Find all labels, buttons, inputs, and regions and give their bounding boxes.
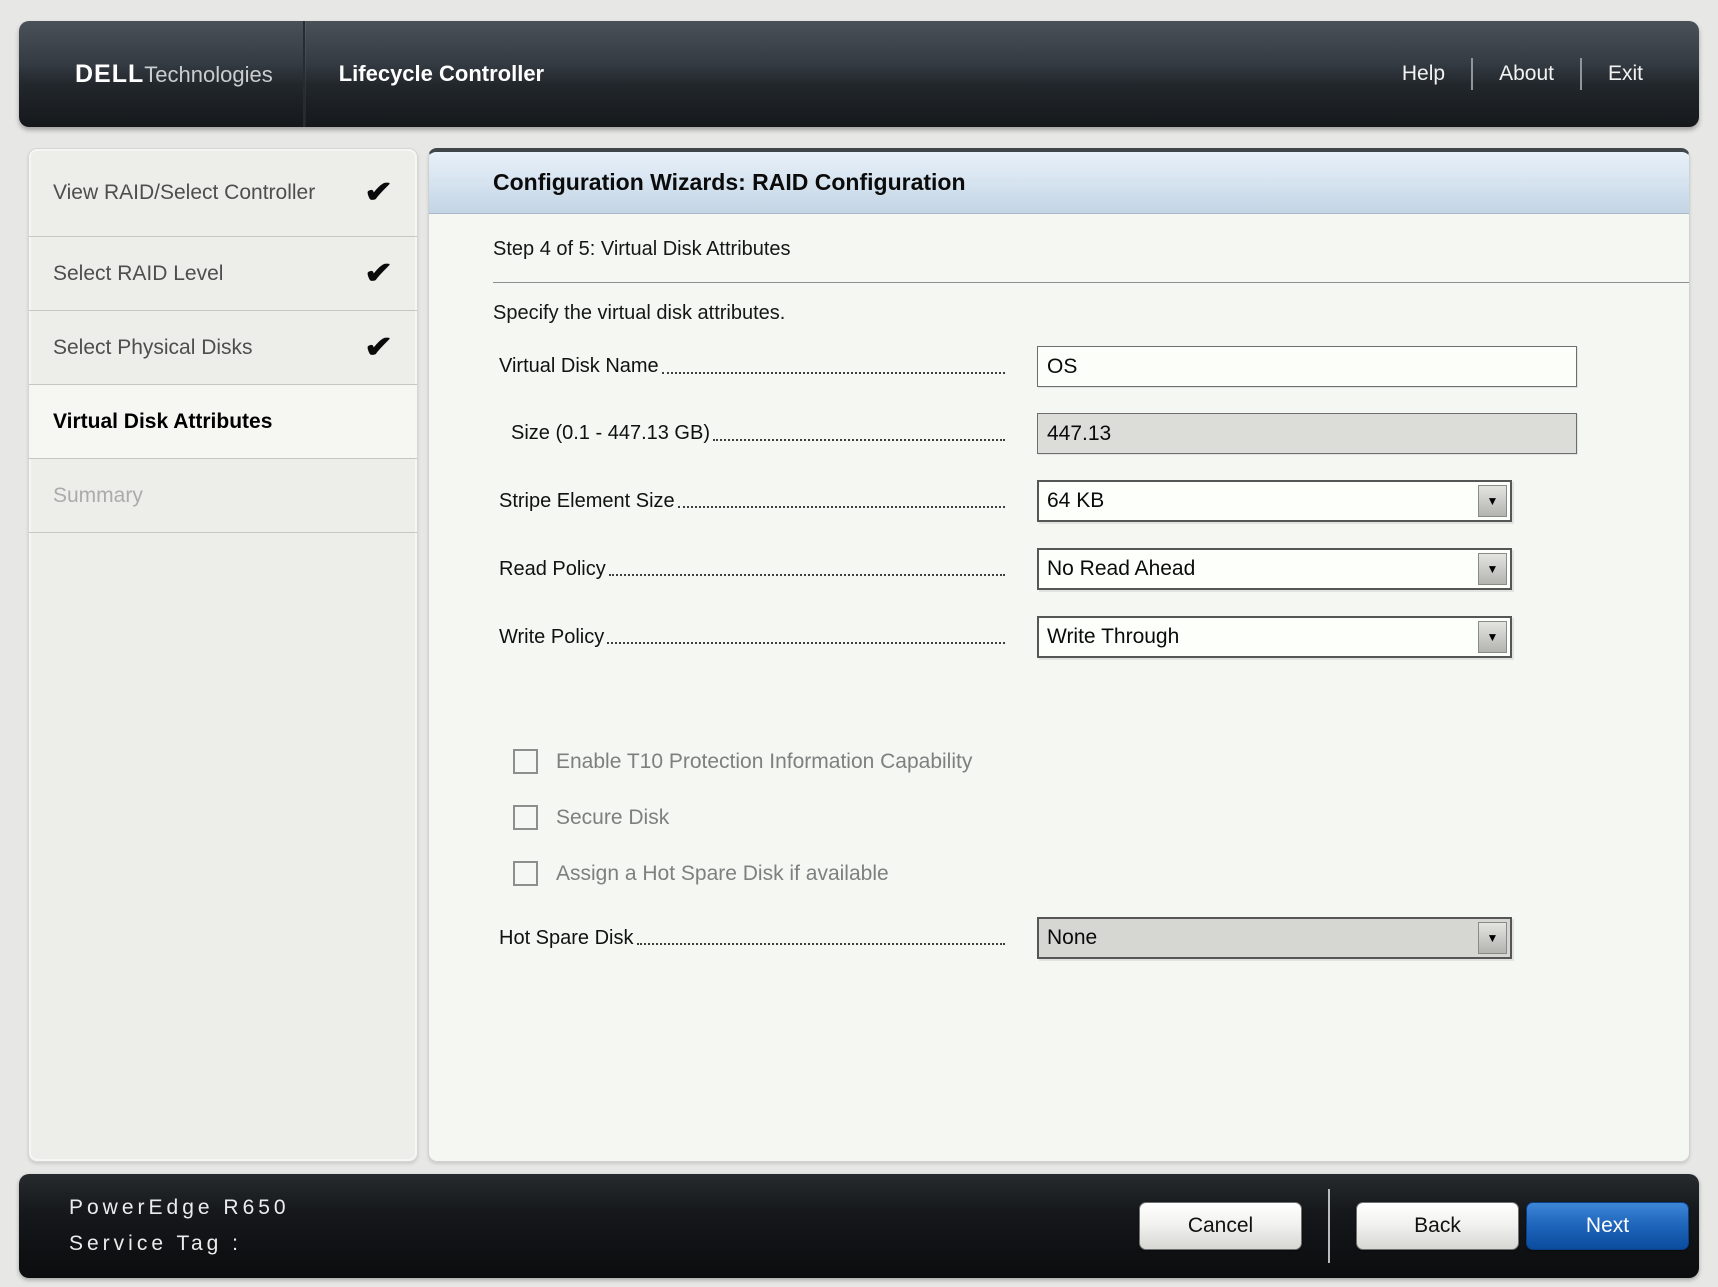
secure-disk-row: Secure Disk xyxy=(513,805,1689,830)
dotted-leader xyxy=(637,931,1006,945)
next-button[interactable]: Next xyxy=(1526,1202,1689,1250)
enable-t10-row: Enable T10 Protection Information Capabi… xyxy=(513,749,1689,774)
write-policy-row: Write Policy Write Through ▼ xyxy=(499,616,1689,658)
enable-t10-label: Enable T10 Protection Information Capabi… xyxy=(556,750,972,774)
sidebar-item-virtual-disk-attributes[interactable]: Virtual Disk Attributes xyxy=(29,385,417,459)
topbar-links: Help About Exit xyxy=(1376,58,1669,90)
read-policy-select[interactable]: No Read Ahead ▼ xyxy=(1037,548,1512,590)
topbar-divider xyxy=(303,21,305,127)
back-button[interactable]: Back xyxy=(1356,1202,1519,1250)
virtual-disk-name-row: Virtual Disk Name xyxy=(499,346,1689,387)
secure-disk-label: Secure Disk xyxy=(556,806,669,830)
hot-spare-disk-select: None ▼ xyxy=(1037,917,1512,959)
hot-spare-disk-label: Hot Spare Disk xyxy=(499,927,634,950)
dotted-leader xyxy=(662,360,1005,374)
dropdown-button: ▼ xyxy=(1478,922,1507,954)
dropdown-button[interactable]: ▼ xyxy=(1478,553,1507,585)
instruction-text: Specify the virtual disk attributes. xyxy=(493,302,1689,325)
size-label: Size (0.1 - 447.13 GB) xyxy=(499,422,710,445)
page-title: Configuration Wizards: RAID Configuratio… xyxy=(429,152,1689,214)
top-bar: DELLTechnologies Lifecycle Controller He… xyxy=(19,21,1699,127)
stripe-element-size-select[interactable]: 64 KB ▼ xyxy=(1037,480,1512,522)
checkbox-group: Enable T10 Protection Information Capabi… xyxy=(499,749,1689,886)
dropdown-button[interactable]: ▼ xyxy=(1478,485,1507,517)
read-policy-label: Read Policy xyxy=(499,558,606,581)
size-input xyxy=(1037,413,1577,454)
chevron-down-icon: ▼ xyxy=(1487,932,1499,944)
dotted-leader xyxy=(607,630,1005,644)
dotted-leader xyxy=(678,494,1005,508)
system-model: PowerEdge R650 xyxy=(69,1196,290,1220)
chevron-down-icon: ▼ xyxy=(1487,563,1499,575)
wizard-nav-buttons: Cancel Back Next xyxy=(1139,1189,1689,1263)
help-link[interactable]: Help xyxy=(1376,62,1471,86)
dropdown-button[interactable]: ▼ xyxy=(1478,621,1507,653)
chevron-down-icon: ▼ xyxy=(1487,495,1499,507)
sidebar-item-label: Select RAID Level xyxy=(53,262,223,286)
sidebar-item-select-raid-level[interactable]: Select RAID Level ✔ xyxy=(29,237,417,311)
assign-hot-spare-checkbox xyxy=(513,861,538,886)
exit-link[interactable]: Exit xyxy=(1582,62,1669,86)
brand-technologies: Technologies xyxy=(144,62,272,88)
assign-hot-spare-row: Assign a Hot Spare Disk if available xyxy=(513,861,1689,886)
virtual-disk-name-input[interactable] xyxy=(1037,346,1577,387)
app-title: Lifecycle Controller xyxy=(339,61,544,87)
step-separator xyxy=(493,282,1689,283)
sidebar-item-label: Select Physical Disks xyxy=(53,336,253,360)
virtual-disk-name-label: Virtual Disk Name xyxy=(499,355,659,378)
stripe-element-size-value: 64 KB xyxy=(1047,489,1104,513)
read-policy-row: Read Policy No Read Ahead ▼ xyxy=(499,548,1689,590)
service-tag: Service Tag : xyxy=(69,1232,290,1256)
write-policy-label: Write Policy xyxy=(499,626,604,649)
write-policy-value: Write Through xyxy=(1047,625,1179,649)
dotted-leader xyxy=(609,562,1005,576)
chevron-down-icon: ▼ xyxy=(1487,631,1499,643)
footer-bar: PowerEdge R650 Service Tag : Cancel Back… xyxy=(19,1174,1699,1278)
step-indicator: Step 4 of 5: Virtual Disk Attributes xyxy=(493,238,1689,261)
system-info: PowerEdge R650 Service Tag : xyxy=(69,1196,290,1256)
size-row: Size (0.1 - 447.13 GB) xyxy=(499,413,1689,454)
brand-dell: DELL xyxy=(75,60,144,89)
main-panel: Configuration Wizards: RAID Configuratio… xyxy=(428,148,1690,1162)
wizard-steps-sidebar: View RAID/Select Controller ✔ Select RAI… xyxy=(28,148,418,1162)
dotted-leader xyxy=(713,427,1005,441)
enable-t10-checkbox xyxy=(513,749,538,774)
about-link[interactable]: About xyxy=(1473,62,1580,86)
hot-spare-disk-row: Hot Spare Disk None ▼ xyxy=(499,917,1689,959)
assign-hot-spare-label: Assign a Hot Spare Disk if available xyxy=(556,862,889,886)
stripe-element-size-label: Stripe Element Size xyxy=(499,490,675,513)
sidebar-item-label: Virtual Disk Attributes xyxy=(53,410,272,434)
sidebar-item-label: View RAID/Select Controller xyxy=(53,181,315,205)
write-policy-select[interactable]: Write Through ▼ xyxy=(1037,616,1512,658)
sidebar-item-summary: Summary xyxy=(29,459,417,533)
check-icon: ✔ xyxy=(364,333,393,363)
sidebar-item-label: Summary xyxy=(53,484,143,508)
stripe-element-size-row: Stripe Element Size 64 KB ▼ xyxy=(499,480,1689,522)
sidebar-item-select-physical-disks[interactable]: Select Physical Disks ✔ xyxy=(29,311,417,385)
virtual-disk-attributes-form: Virtual Disk Name Size (0.1 - 447.13 GB)… xyxy=(499,346,1689,959)
button-divider xyxy=(1328,1189,1330,1263)
dell-technologies-logo: DELLTechnologies xyxy=(75,60,273,89)
sidebar-item-view-raid-select-controller[interactable]: View RAID/Select Controller ✔ xyxy=(29,149,417,237)
read-policy-value: No Read Ahead xyxy=(1047,557,1195,581)
cancel-button[interactable]: Cancel xyxy=(1139,1202,1302,1250)
hot-spare-disk-value: None xyxy=(1047,926,1097,950)
secure-disk-checkbox xyxy=(513,805,538,830)
check-icon: ✔ xyxy=(364,259,393,289)
check-icon: ✔ xyxy=(364,178,393,208)
